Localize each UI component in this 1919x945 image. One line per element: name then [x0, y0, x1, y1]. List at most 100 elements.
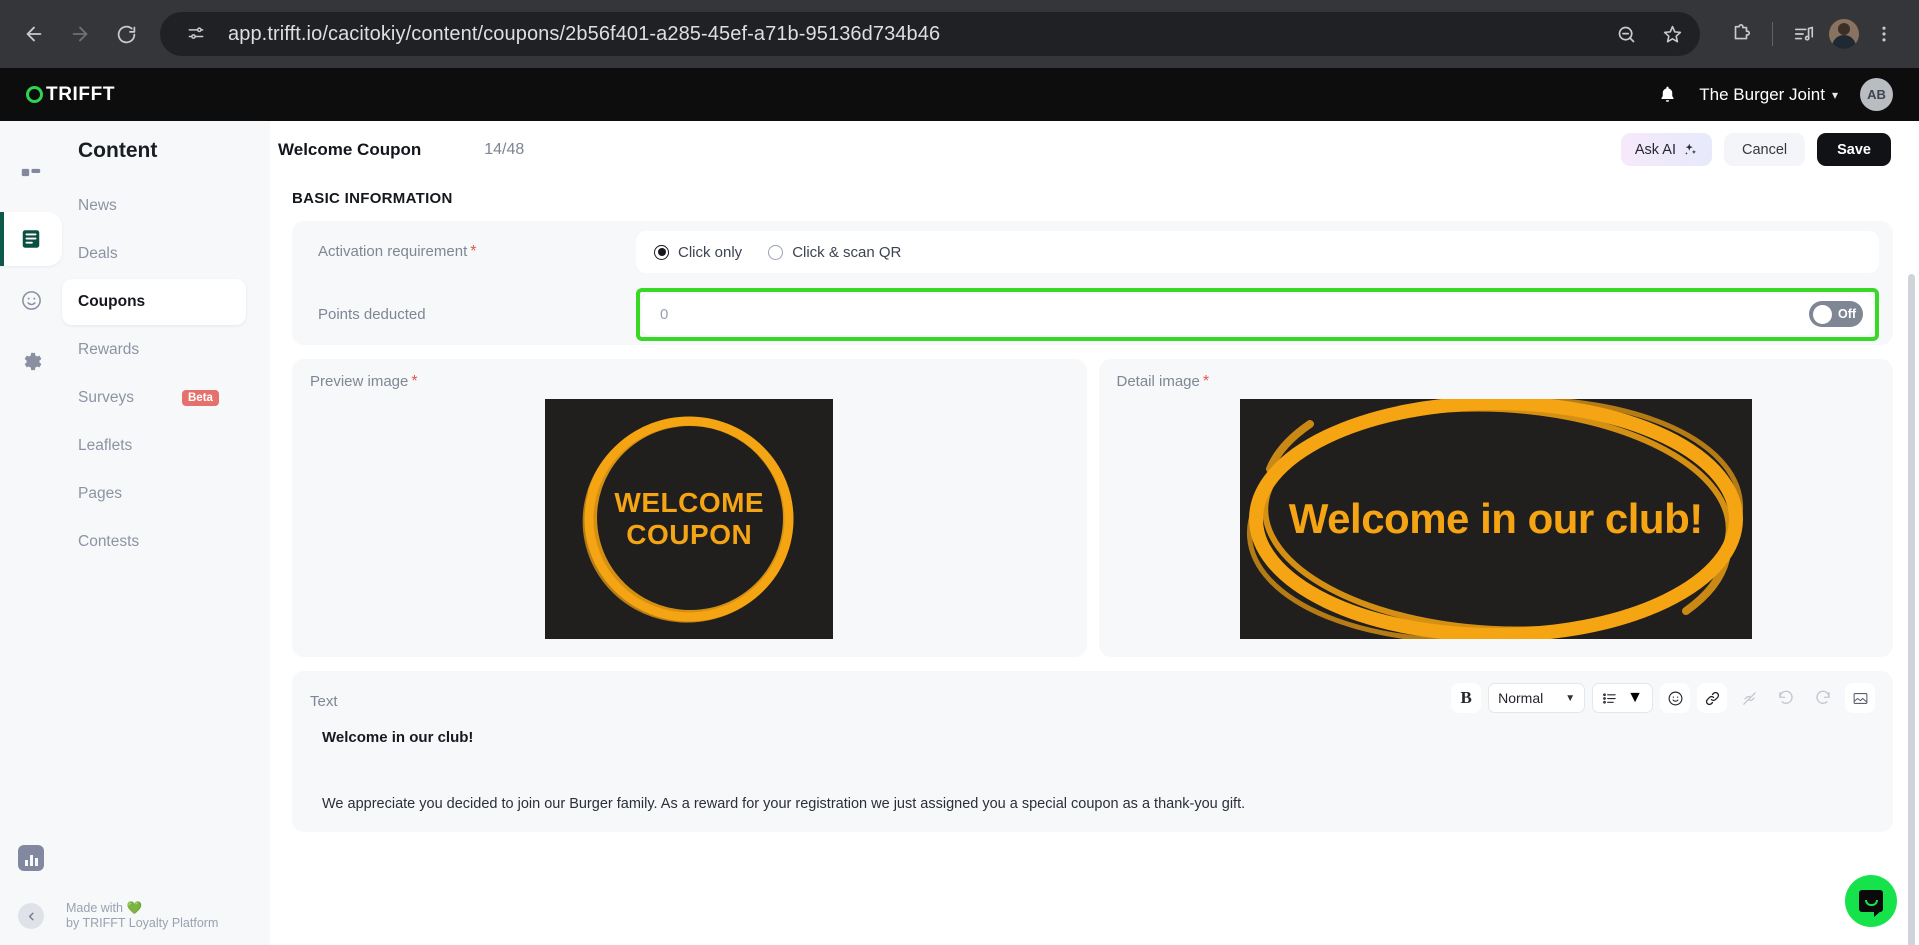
- preview-image-card: Preview image * WELCOME COUPON: [292, 359, 1087, 657]
- media-playlist-icon[interactable]: [1783, 13, 1825, 55]
- main-content: Welcome Coupon 14/48 Ask AI Cancel Save …: [270, 121, 1919, 945]
- caption-line-2: COUPON: [626, 519, 753, 550]
- section-title-basic-information: BASIC INFORMATION: [292, 190, 453, 207]
- editor-toolbar: B Normal ▼ ▼: [1451, 683, 1875, 713]
- made-with-text: Made with 💚: [66, 901, 143, 915]
- paragraph-format-value: Normal: [1498, 690, 1544, 706]
- points-deducted-label: Points deducted: [318, 305, 426, 323]
- scrollbar-thumb[interactable]: [1908, 274, 1915, 945]
- url-text: app.trifft.io/cacitokiy/content/coupons/…: [228, 22, 941, 45]
- bell-icon[interactable]: [1658, 85, 1677, 104]
- undo-icon: [1771, 683, 1801, 713]
- editor-paragraph: We appreciate you decided to join our Bu…: [322, 796, 1246, 812]
- chevron-down-icon: ▼: [1565, 692, 1576, 704]
- sidebar-nav: Content News Deals Coupons Rewards Surve…: [62, 121, 270, 945]
- link-icon[interactable]: [1697, 683, 1727, 713]
- radio-icon-selected[interactable]: [654, 244, 669, 260]
- profile-avatar[interactable]: [1829, 19, 1859, 49]
- required-marker: *: [411, 373, 418, 390]
- list-format-select[interactable]: ▼: [1592, 683, 1653, 713]
- zoom-out-icon[interactable]: [1606, 14, 1646, 54]
- toolbar-divider: [1772, 22, 1773, 46]
- detail-image-thumbnail[interactable]: Welcome in our club!: [1239, 399, 1752, 639]
- site-settings-icon[interactable]: [176, 14, 216, 54]
- sidebar-item-leaflets[interactable]: Leaflets: [62, 423, 246, 469]
- rail-item-settings[interactable]: [0, 334, 62, 388]
- sidebar-item-surveys[interactable]: Surveys Beta: [62, 375, 246, 421]
- basic-information-card: Activation requirement * Click only Click…: [292, 221, 1893, 345]
- browser-actions: [1714, 13, 1905, 55]
- rail-item-content[interactable]: [0, 212, 62, 266]
- text-editor-body[interactable]: Welcome in our club! We appreciate you d…: [310, 713, 1875, 812]
- user-avatar[interactable]: AB: [1860, 78, 1893, 111]
- caption-line-1: WELCOME: [614, 486, 765, 518]
- sidebar-item-rewards[interactable]: Rewards: [62, 327, 246, 373]
- radio-option-click-only[interactable]: Click only: [654, 244, 742, 261]
- chevron-left-icon[interactable]: [18, 903, 44, 929]
- redo-icon: [1808, 683, 1838, 713]
- radio-label: Click & scan QR: [792, 243, 902, 261]
- paragraph-format-select[interactable]: Normal ▼: [1488, 683, 1586, 713]
- text-editor-label: Text: [310, 693, 338, 710]
- sidebar-item-pages[interactable]: Pages: [62, 471, 246, 517]
- required-marker: *: [470, 243, 477, 260]
- sidebar-item-coupons[interactable]: Coupons: [62, 279, 246, 325]
- record-counter: 14/48: [484, 140, 525, 158]
- forward-arrow-icon[interactable]: [60, 14, 100, 54]
- star-icon[interactable]: [1652, 14, 1692, 54]
- radio-option-click-scan-qr[interactable]: Click & scan QR: [768, 244, 901, 261]
- three-dot-menu-icon[interactable]: [1863, 13, 1905, 55]
- ask-ai-button[interactable]: Ask AI: [1620, 133, 1712, 166]
- detail-image-card: Detail image * Welcome in our club!: [1098, 359, 1893, 657]
- ask-ai-label: Ask AI: [1634, 141, 1676, 158]
- detail-image-label: Detail image *: [1117, 373, 1876, 391]
- sparkles-icon: [1683, 142, 1698, 157]
- sidebar-item-deals[interactable]: Deals: [62, 231, 246, 277]
- sidebar-item-news[interactable]: News: [62, 183, 246, 229]
- emoji-icon[interactable]: [1660, 683, 1690, 713]
- address-bar[interactable]: app.trifft.io/cacitokiy/content/coupons/…: [160, 12, 1700, 56]
- beta-badge: Beta: [182, 390, 219, 406]
- chevron-down-icon: ▼: [1627, 689, 1643, 706]
- toggle-state-label: Off: [1838, 307, 1857, 321]
- page-title: Welcome Coupon: [278, 139, 422, 159]
- editor-heading: Welcome in our club!: [322, 729, 474, 746]
- activation-requirement-options: Click only Click & scan QR: [636, 231, 1879, 273]
- scrollbar-track[interactable]: [1907, 178, 1917, 945]
- chat-smile-shape: [1864, 899, 1878, 906]
- reload-icon[interactable]: [106, 14, 146, 54]
- bold-button[interactable]: B: [1451, 683, 1482, 713]
- back-arrow-icon[interactable]: [14, 14, 54, 54]
- sidebar-item-label: Leaflets: [78, 437, 133, 454]
- cancel-button[interactable]: Cancel: [1723, 133, 1806, 166]
- preview-image-caption: WELCOME COUPON: [614, 487, 764, 551]
- preview-image-thumbnail[interactable]: WELCOME COUPON: [545, 399, 834, 639]
- platform-credit-text: by TRIFFT Loyalty Platform: [66, 916, 219, 930]
- tenant-name: The Burger Joint: [1699, 84, 1825, 104]
- trifft-logo[interactable]: TRIFFT: [26, 84, 115, 106]
- sidebar-item-label: Pages: [78, 485, 122, 502]
- activation-requirement-label: Activation requirement *: [306, 243, 636, 261]
- save-button[interactable]: Save: [1817, 133, 1891, 166]
- activation-requirement-row: Activation requirement * Click only Click…: [292, 221, 1893, 283]
- chat-bubble-icon[interactable]: [1845, 875, 1897, 927]
- tenant-switcher[interactable]: The Burger Joint ▾: [1699, 85, 1838, 105]
- rail-item-dashboard[interactable]: [0, 151, 62, 205]
- browser-toolbar: app.trifft.io/cacitokiy/content/coupons/…: [0, 0, 1919, 68]
- text-editor-card: Text B Normal ▼ ▼ Welcome in our club! W…: [292, 671, 1893, 832]
- sidebar-item-contests[interactable]: Contests: [62, 519, 246, 565]
- chevron-down-icon: ▾: [1831, 87, 1838, 102]
- rail-item-engagement[interactable]: [0, 273, 62, 327]
- radio-icon[interactable]: [768, 244, 784, 260]
- points-deducted-field[interactable]: 0 Off: [642, 293, 1873, 335]
- sidebar-icon-rail: [0, 121, 62, 945]
- page-header: Welcome Coupon 14/48 Ask AI Cancel Save: [270, 121, 1919, 178]
- insert-image-icon[interactable]: [1845, 683, 1875, 713]
- points-deducted-highlight: 0 Off: [636, 287, 1879, 341]
- points-deducted-input[interactable]: 0: [660, 306, 1809, 323]
- puzzle-icon[interactable]: [1720, 13, 1762, 55]
- logo-text: TRIFFT: [46, 83, 116, 105]
- points-deducted-toggle[interactable]: Off: [1809, 301, 1863, 327]
- bar-chart-icon[interactable]: [18, 845, 44, 871]
- form-scroll-area: BASIC INFORMATION Activation requirement…: [270, 178, 1919, 945]
